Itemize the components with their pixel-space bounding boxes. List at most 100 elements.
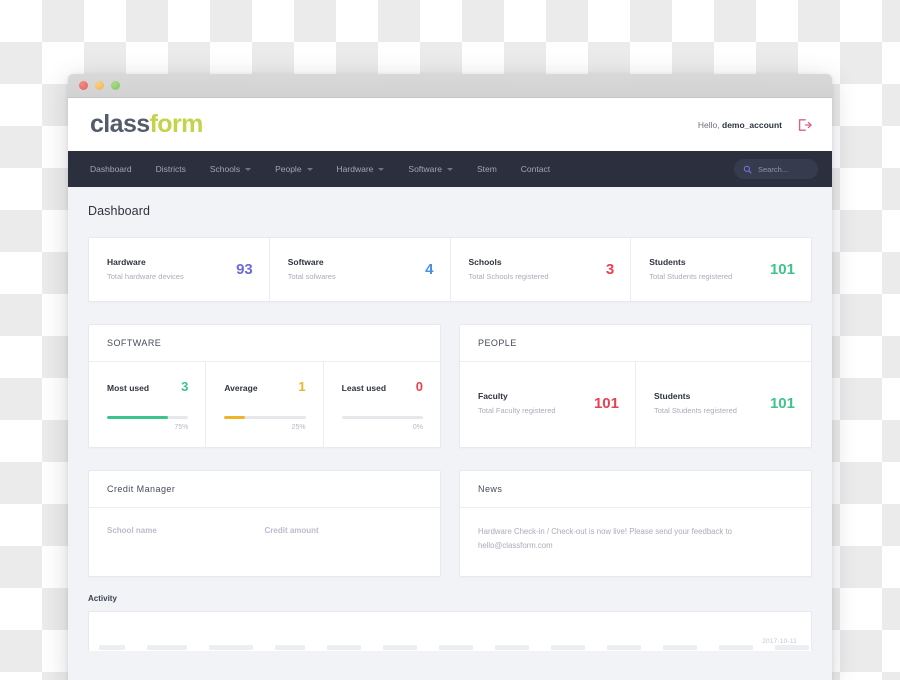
nav-label: People: [275, 164, 302, 174]
news-panel: News Hardware Check-in / Check-out is no…: [459, 470, 812, 578]
skeleton-block: [147, 644, 187, 650]
software-panel-body: Most used 3 75% Average 1 25% Least used…: [89, 362, 440, 447]
progress-bar-track: [107, 416, 189, 419]
logo-text-form: form: [149, 110, 204, 138]
chevron-down-icon: [245, 167, 252, 171]
lower-panels-row: Credit Manager School name Credit amount…: [88, 470, 812, 578]
metric-text: Students Total Students registered: [654, 391, 762, 415]
nav-item-districts[interactable]: Districts: [144, 164, 198, 174]
nav-item-software[interactable]: Software: [396, 164, 465, 174]
progress-bar-track: [341, 416, 423, 419]
main-navbar: Dashboard Districts Schools People Hardw…: [68, 151, 832, 187]
nav-item-dashboard[interactable]: Dashboard: [90, 164, 144, 174]
skeleton-block: [99, 644, 125, 650]
progress-bar-fill: [224, 416, 245, 419]
window-maximize-button[interactable]: [111, 81, 120, 90]
kpi-card-software[interactable]: Software Total sofwares 4: [270, 238, 451, 301]
dashboard-page: Dashboard Hardware Total hardware device…: [68, 187, 832, 680]
metric-value: 3: [181, 379, 189, 394]
nav-items: Dashboard Districts Schools People Hardw…: [90, 164, 562, 174]
people-panel: PEOPLE Faculty Total Faculty registered …: [459, 324, 812, 448]
metric-label: Average: [224, 383, 258, 393]
window-minimize-button[interactable]: [95, 81, 104, 90]
skeleton-block: [719, 644, 753, 650]
skeleton-block: [439, 644, 473, 650]
people-metric-faculty[interactable]: Faculty Total Faculty registered 101: [460, 362, 636, 447]
chevron-down-icon: [378, 167, 385, 171]
nav-label: Contact: [520, 164, 551, 174]
metric-value: 101: [769, 394, 795, 412]
people-panel-title: PEOPLE: [460, 325, 811, 362]
kpi-card-students[interactable]: Students Total Students registered 101: [631, 238, 811, 301]
kpi-label: Schools: [468, 257, 502, 267]
kpi-label: Software: [287, 257, 324, 267]
news-title: News: [460, 471, 811, 508]
metric-header: Least used 0: [342, 379, 423, 394]
kpi-label: Students: [649, 257, 686, 267]
kpi-text: Schools Total Schools registered: [469, 257, 598, 281]
skeleton-block: [663, 644, 697, 650]
app-logo[interactable]: classform: [90, 110, 203, 139]
header-right-group: Hello, demo_account: [698, 117, 812, 133]
metric-header: Average 1: [224, 379, 305, 394]
people-panel-body: Faculty Total Faculty registered 101 Stu…: [460, 362, 811, 447]
software-metric-most-used[interactable]: Most used 3 75%: [89, 362, 207, 447]
people-metric-students[interactable]: Students Total Students registered 101: [636, 362, 811, 447]
software-panel-title: SOFTWARE: [89, 325, 440, 362]
nav-label: Stem: [476, 164, 497, 174]
metric-sublabel: Total Students registered: [654, 406, 737, 415]
kpi-text: Students Total Students registered: [649, 257, 762, 281]
software-metric-average[interactable]: Average 1 25%: [206, 362, 324, 447]
panels-row: SOFTWARE Most used 3 75% Average 1 25% L…: [88, 324, 812, 448]
kpi-card-schools[interactable]: Schools Total Schools registered 3: [451, 238, 632, 301]
progress-percent-label: 25%: [291, 424, 306, 431]
kpi-text: Software Total sofwares: [288, 257, 417, 281]
nav-item-contact[interactable]: Contact: [509, 164, 562, 174]
column-header-credit-amount: Credit amount: [264, 526, 319, 535]
window-titlebar: [68, 74, 832, 98]
nav-label: Dashboard: [90, 164, 132, 174]
progress-bar-fill: [107, 416, 168, 419]
search-icon: [743, 165, 752, 174]
metric-value: 101: [593, 394, 619, 412]
metric-label: Faculty: [478, 391, 508, 401]
metric-sublabel: Total Faculty registered: [478, 406, 556, 415]
search-placeholder: Search...: [758, 164, 789, 174]
kpi-label: Hardware: [107, 257, 146, 267]
kpi-value: 101: [769, 260, 795, 278]
metric-label: Students: [654, 391, 691, 401]
chevron-down-icon: [446, 167, 453, 171]
software-metric-least-used[interactable]: Least used 0 0%: [324, 362, 440, 447]
column-header-school-name: School name: [107, 526, 157, 535]
greeting-prefix: Hello,: [697, 119, 720, 130]
greeting-text: Hello, demo_account: [698, 120, 782, 130]
activity-title: Activity: [88, 594, 117, 604]
skeleton-block: [327, 644, 361, 650]
chevron-down-icon: [306, 167, 313, 171]
progress-percent-label: 75%: [174, 424, 189, 431]
window-close-button[interactable]: [79, 81, 88, 90]
activity-card: 2017-10-11: [88, 611, 812, 652]
metric-label: Most used: [107, 383, 150, 393]
credit-manager-title: Credit Manager: [89, 471, 440, 508]
nav-item-people[interactable]: People: [263, 164, 324, 174]
nav-item-hardware[interactable]: Hardware: [325, 164, 397, 174]
browser-window: classform Hello, demo_account Dashboard: [68, 74, 832, 680]
metric-header: Most used 3: [107, 379, 188, 394]
progress-bar-track: [224, 416, 306, 419]
kpi-strip: Hardware Total hardware devices 93 Softw…: [88, 237, 812, 302]
skeleton-block: [775, 644, 809, 650]
nav-item-stem[interactable]: Stem: [465, 164, 509, 174]
app-header: classform Hello, demo_account: [68, 98, 832, 151]
nav-item-schools[interactable]: Schools: [198, 164, 263, 174]
credit-manager-panel: Credit Manager School name Credit amount: [88, 470, 441, 578]
logout-icon[interactable]: [796, 117, 812, 133]
metric-label: Least used: [341, 383, 387, 393]
nav-label: Software: [408, 164, 442, 174]
kpi-value: 93: [236, 260, 253, 278]
kpi-card-hardware[interactable]: Hardware Total hardware devices 93: [89, 238, 270, 301]
kpi-sublabel: Total Students registered: [649, 272, 733, 281]
metric-value: 0: [415, 379, 423, 394]
kpi-value: 4: [425, 260, 434, 278]
search-input[interactable]: Search...: [734, 159, 818, 179]
